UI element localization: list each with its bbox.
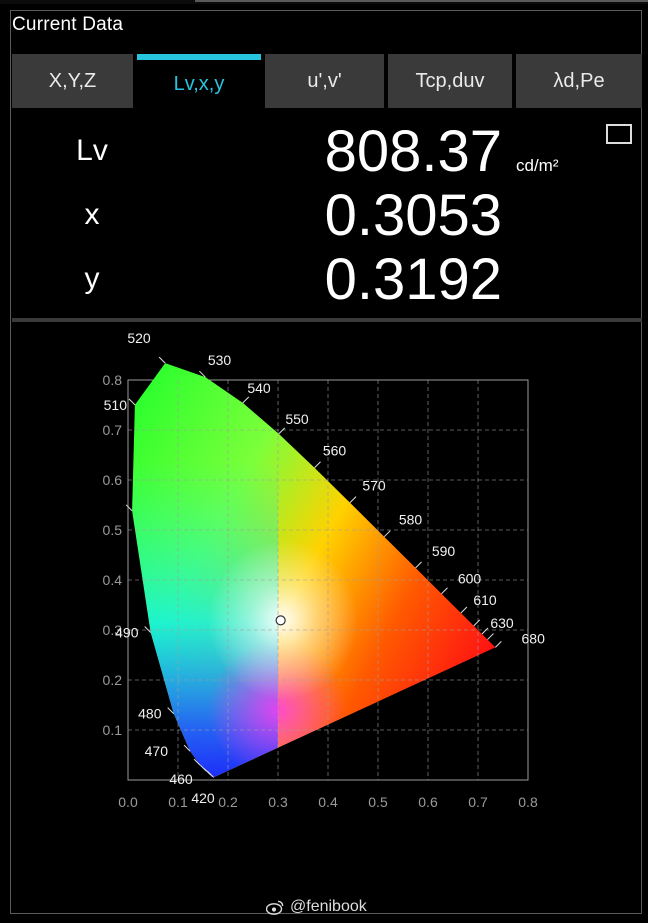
- x-tick-label: 0.2: [218, 794, 238, 810]
- wavelength-label: 580: [399, 512, 423, 528]
- y-tick-label: 0.6: [103, 472, 123, 488]
- y-tick-label: 0.2: [103, 672, 123, 688]
- wavelength-tick: [487, 633, 494, 640]
- x-tick-label: 0.4: [318, 794, 338, 810]
- y-label: y: [84, 262, 100, 295]
- lv-label: Lv: [76, 134, 108, 167]
- x-tick-label: 0.0: [118, 794, 138, 810]
- x-tick-label: 0.7: [468, 794, 488, 810]
- wavelength-label: 610: [473, 592, 497, 608]
- watermark: @fenibook: [266, 898, 367, 916]
- wavelength-label: 420: [191, 790, 215, 806]
- wavelength-tick: [128, 398, 136, 406]
- x-tick-label: 0.1: [168, 794, 188, 810]
- reading-row-y: y 0.3192: [12, 248, 642, 312]
- lv-value: 808.37: [324, 119, 502, 184]
- wavelength-tick: [460, 606, 468, 614]
- y-value: 0.3192: [324, 247, 502, 312]
- wavelength-label: 470: [145, 743, 169, 759]
- measured-point: [275, 615, 286, 626]
- wavelength-label: 590: [432, 543, 456, 559]
- wavelength-tick: [278, 427, 286, 435]
- x-tick-label: 0.3: [268, 794, 288, 810]
- y-tick-label: 0.7: [103, 422, 123, 438]
- wavelength-tick: [383, 530, 391, 538]
- wavelength-tick: [441, 587, 448, 595]
- y-tick-label: 0.5: [103, 522, 123, 538]
- tab-xyz[interactable]: X,Y,Z: [12, 54, 133, 108]
- wavelength-label: 630: [490, 615, 514, 631]
- reading-row-x: x 0.3053: [12, 184, 642, 248]
- wavelength-tick: [349, 496, 357, 504]
- wavelength-label: 480: [138, 706, 162, 722]
- top-strip: [0, 0, 648, 4]
- wavelength-tick: [494, 640, 502, 648]
- weibo-icon: [266, 900, 284, 915]
- tab-lambda-pe[interactable]: λd,Pe: [516, 54, 642, 108]
- wavelength-label: 540: [247, 380, 271, 396]
- chromaticity-chart-area: 0.0 0.1 0.2 0.3 0.4 0.5 0.6 0.7 0.8 0.1 0.2 0.3 0.4 0…: [0, 322, 648, 882]
- y-tick-label: 0.4: [103, 572, 123, 588]
- x-tick-label: 0.5: [368, 794, 388, 810]
- wavelength-label: 490: [115, 625, 139, 641]
- wavelength-label: 530: [208, 352, 232, 368]
- watermark-text: @fenibook: [290, 898, 367, 915]
- wavelength-tick: [158, 356, 166, 364]
- wavelength-tick: [314, 461, 321, 469]
- readings-panel: Lv 808.37 cd/m² x 0.3053 y 0.3192: [12, 112, 642, 318]
- tab-tcp-duv[interactable]: Tcp,duv: [388, 54, 512, 108]
- x-tick-label: 0.6: [418, 794, 438, 810]
- top-strip-segment: [195, 0, 648, 2]
- panel-title: Current Data: [12, 14, 124, 35]
- x-tick-label: 0.8: [518, 794, 538, 810]
- wavelength-label: 520: [127, 330, 151, 346]
- wavelength-label: 570: [362, 478, 386, 494]
- wavelength-tick: [125, 504, 133, 512]
- wavelength-label: 510: [104, 397, 128, 413]
- lv-unit: cd/m²: [516, 156, 559, 175]
- tab-lvxy[interactable]: Lv,x,y: [137, 54, 261, 108]
- wavelength-tick: [481, 627, 489, 635]
- wavelength-tick: [473, 619, 481, 627]
- wavelength-label: 680: [522, 631, 546, 647]
- wavelength-label: 550: [285, 411, 309, 427]
- tab-uv[interactable]: u',v': [265, 54, 384, 108]
- wavelength-tick: [415, 561, 422, 569]
- wavelength-label: 460: [169, 771, 193, 787]
- x-label: x: [84, 198, 100, 231]
- tab-bar: X,Y,Z Lv,x,y u',v' Tcp,duv λd,Pe: [12, 54, 642, 108]
- reading-row-lv: Lv 808.37 cd/m²: [12, 120, 642, 184]
- wavelength-label: 560: [323, 443, 347, 459]
- wavelength-tick: [144, 626, 152, 633]
- wavelength-tick: [242, 396, 250, 404]
- wavelength-label: 600: [458, 571, 482, 587]
- x-value: 0.3053: [324, 183, 502, 248]
- y-tick-label: 0.1: [103, 722, 123, 738]
- y-tick-label: 0.8: [103, 372, 123, 388]
- cie-chromaticity-diagram: 0.0 0.1 0.2 0.3 0.4 0.5 0.6 0.7 0.80.10.20.30.40…: [103, 330, 546, 810]
